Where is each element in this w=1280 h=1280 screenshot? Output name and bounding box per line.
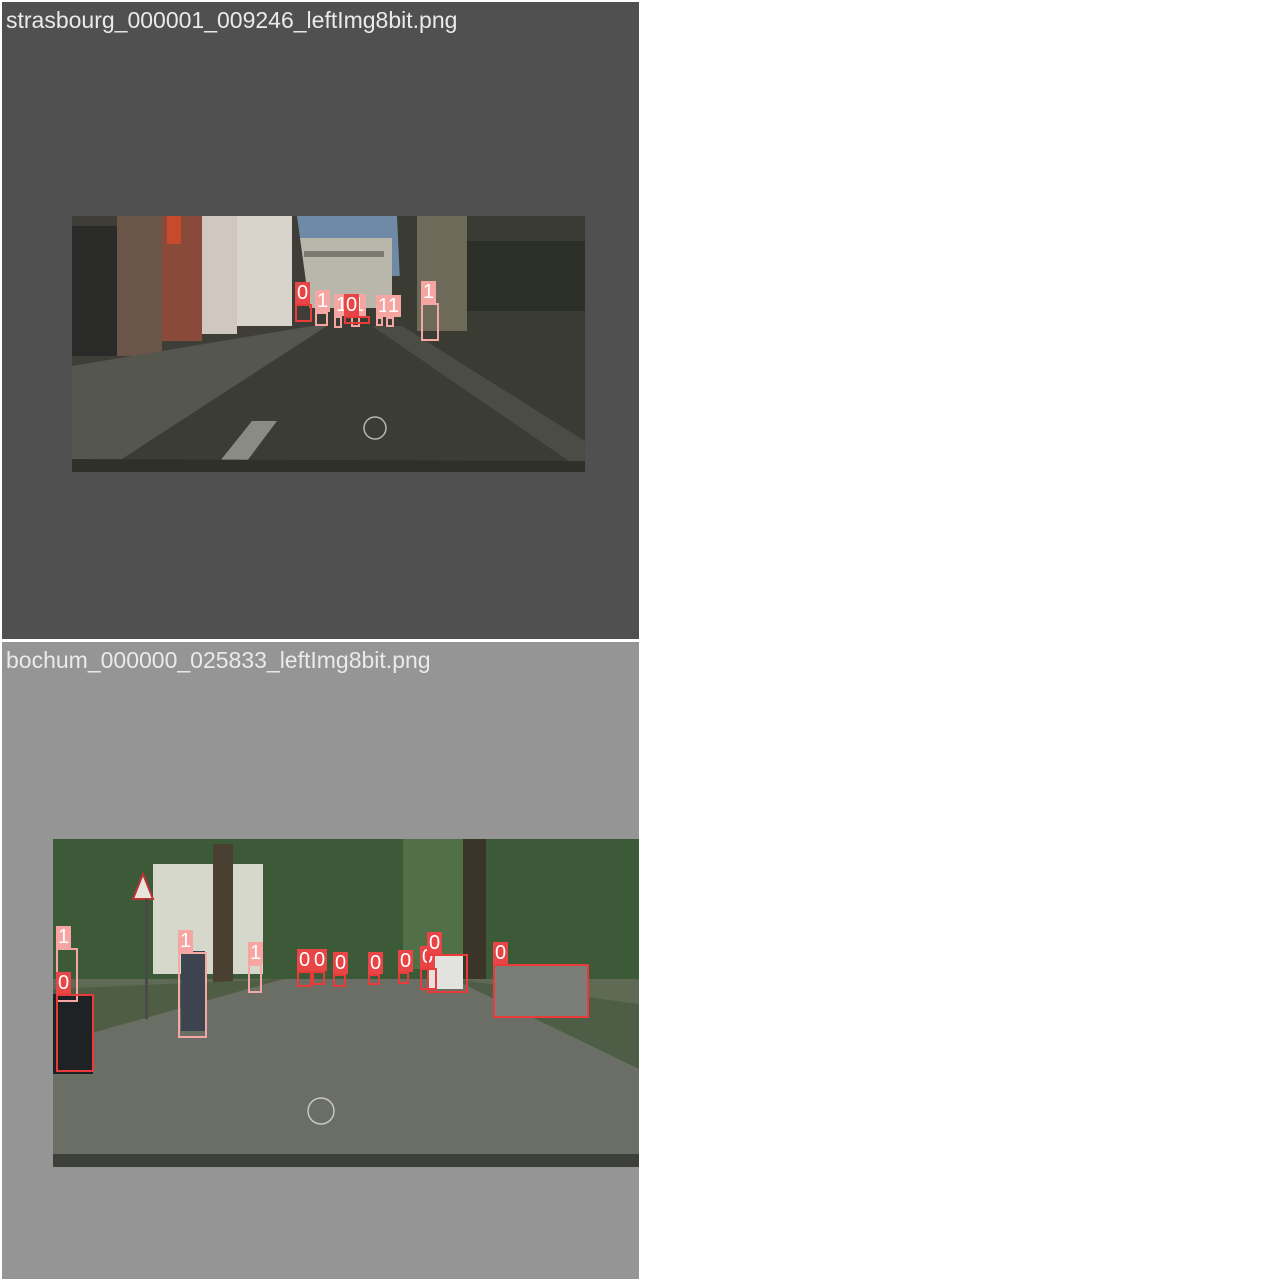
detection-label: 0 xyxy=(333,952,349,974)
detection-label: 1 xyxy=(248,942,264,964)
street-photo: 101100000000 xyxy=(53,839,639,1167)
detection-label: 0 xyxy=(344,294,360,316)
detection-label: 1 xyxy=(56,926,72,948)
image-tile: 101100000000 bochum_000000_025833_leftIm… xyxy=(2,642,639,1279)
detection-box xyxy=(386,317,394,327)
detection-box xyxy=(56,994,94,1072)
detection-label: 1 xyxy=(386,295,402,317)
detection-box xyxy=(333,974,346,987)
detection-box xyxy=(376,317,383,326)
image-tile: 01110111 strasbourg_000001_009246_leftIm… xyxy=(2,2,639,639)
detection-overlay: 01110111 xyxy=(72,216,585,472)
detection-label: 1 xyxy=(315,290,331,312)
detection-label: 1 xyxy=(421,281,437,303)
detection-label: 0 xyxy=(56,972,72,994)
detection-overlay: 101100000000 xyxy=(53,839,639,1167)
detection-label: 0 xyxy=(368,952,384,974)
detection-label: 0 xyxy=(427,932,443,954)
detection-box xyxy=(312,971,325,985)
detection-label: 0 xyxy=(297,949,313,971)
detection-label: 0 xyxy=(312,949,328,971)
image-filename: strasbourg_000001_009246_leftImg8bit.png xyxy=(6,7,458,33)
detection-label: 0 xyxy=(398,950,414,972)
detection-label: 1 xyxy=(178,930,194,952)
detection-label: 0 xyxy=(295,282,311,304)
detection-box xyxy=(493,964,589,1018)
detection-box xyxy=(398,972,409,984)
detection-box xyxy=(421,303,439,341)
detection-box xyxy=(178,952,207,1038)
detection-label: 0 xyxy=(493,942,509,964)
detection-box xyxy=(344,316,370,324)
detection-box xyxy=(368,974,380,985)
street-photo: 01110111 xyxy=(72,216,585,472)
detection-box xyxy=(297,971,312,987)
detection-box xyxy=(315,312,328,326)
image-filename: bochum_000000_025833_leftImg8bit.png xyxy=(6,647,431,673)
detection-box xyxy=(248,964,262,993)
detection-box xyxy=(427,954,468,993)
detection-box xyxy=(334,316,342,328)
detection-box xyxy=(295,304,312,322)
